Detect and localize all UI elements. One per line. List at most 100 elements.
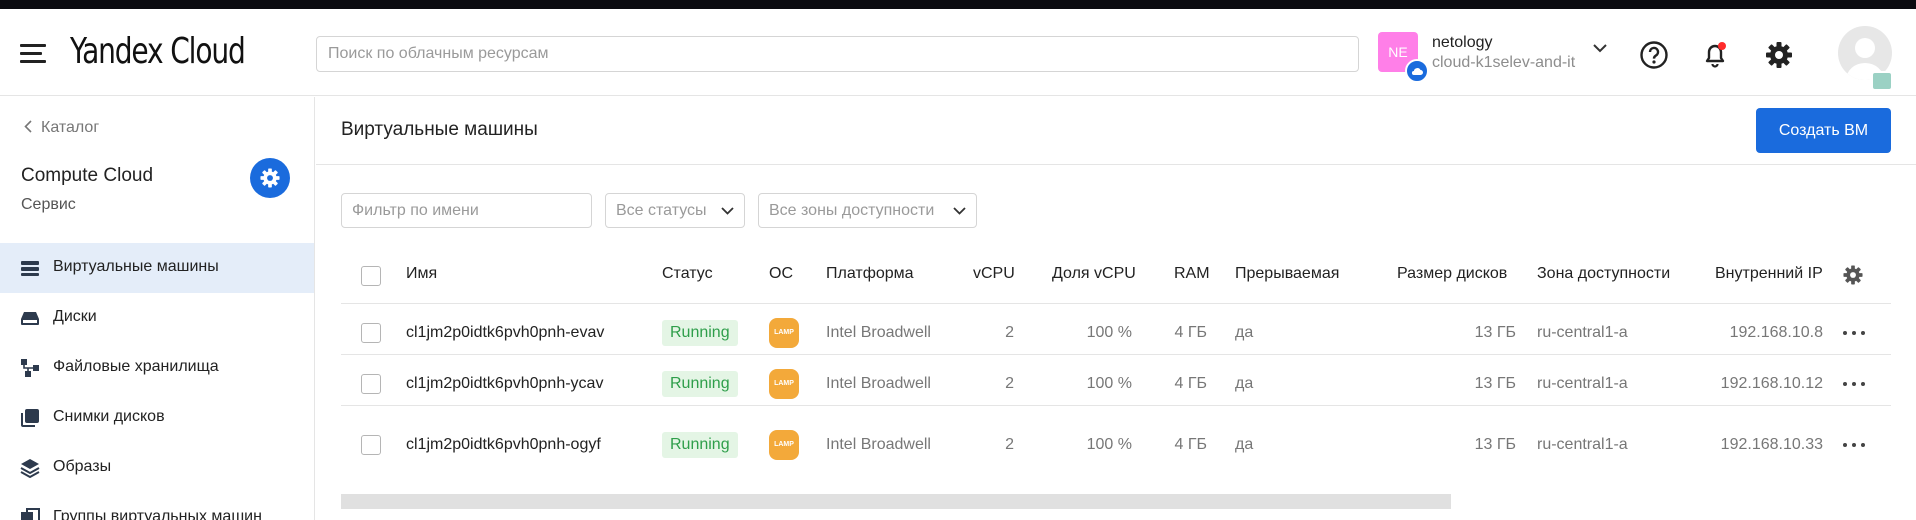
- sidebar-item-label: Снимки дисков: [53, 408, 165, 425]
- column-header-name[interactable]: Имя: [406, 265, 437, 283]
- status-badge: Running: [662, 432, 738, 458]
- gear-icon: [260, 168, 280, 188]
- instance-group-icon: [21, 508, 40, 520]
- vcpu-share-cell: 100 %: [1086, 436, 1132, 453]
- column-settings-icon[interactable]: [1842, 264, 1864, 286]
- top-strip: [0, 0, 1916, 9]
- vcpu-cell: 2: [1005, 324, 1014, 341]
- gear-icon[interactable]: [1764, 40, 1794, 70]
- more-actions-icon[interactable]: [1842, 435, 1866, 455]
- zone-cell: ru-central1-a: [1537, 375, 1628, 392]
- lamp-os-icon: LAMP: [769, 318, 799, 348]
- sidebar-item-vms[interactable]: Виртуальные машины: [0, 243, 314, 293]
- column-header-internal-ip[interactable]: Внутренний IP: [1715, 265, 1827, 283]
- row-checkbox[interactable]: [361, 323, 381, 343]
- preemptible-cell: да: [1235, 436, 1254, 453]
- snapshot-icon: [21, 409, 39, 427]
- select-all-checkbox[interactable]: [361, 266, 381, 286]
- service-settings-button[interactable]: [250, 158, 290, 198]
- ram-cell: 4 ГБ: [1174, 324, 1207, 341]
- ip-cell: 192.168.10.8: [1729, 324, 1823, 341]
- sidebar-item-label: Диски: [53, 308, 97, 325]
- column-header-ram[interactable]: RAM: [1174, 265, 1210, 283]
- ram-cell: 4 ГБ: [1174, 436, 1207, 453]
- sidebar-item-snapshots[interactable]: Снимки дисков: [0, 393, 314, 443]
- more-actions-icon[interactable]: [1842, 374, 1866, 394]
- row-checkbox[interactable]: [361, 374, 381, 394]
- chevron-left-icon: [24, 120, 32, 133]
- vcpu-cell: 2: [1005, 375, 1014, 392]
- column-header-status[interactable]: Статус: [662, 265, 713, 283]
- vcpu-cell: 2: [1005, 436, 1014, 453]
- breadcrumb-label: Каталог: [41, 119, 100, 136]
- bell-icon[interactable]: [1700, 40, 1730, 70]
- status-badge: Running: [662, 371, 738, 397]
- disk-icon: [21, 312, 39, 325]
- org-badge-icon: [1871, 71, 1893, 91]
- service-title: Compute Cloud: [21, 165, 154, 186]
- column-header-disk-size[interactable]: Размер дисков: [1397, 265, 1507, 283]
- sidebar-item-label: Образы: [53, 458, 112, 475]
- help-icon[interactable]: [1639, 40, 1669, 70]
- sidebar-item-label: Виртуальные машины: [53, 258, 219, 275]
- status-filter-select[interactable]: Все статусы: [605, 193, 745, 228]
- vm-icon: [21, 261, 39, 276]
- zone-cell: ru-central1-a: [1537, 436, 1628, 453]
- divider: [316, 164, 1916, 165]
- column-header-preemptible[interactable]: Прерываемая: [1235, 265, 1339, 283]
- status-filter-value: Все статусы: [616, 202, 707, 219]
- disk-size-cell: 13 ГБ: [1474, 324, 1516, 341]
- chevron-down-icon: [721, 207, 734, 215]
- column-header-platform[interactable]: Платформа: [826, 265, 914, 283]
- column-header-vcpu[interactable]: vCPU: [973, 265, 1015, 283]
- platform-cell: Intel Broadwell: [826, 324, 931, 341]
- search-input[interactable]: [316, 36, 1359, 72]
- account-name: netology: [1432, 34, 1493, 51]
- ip-cell: 192.168.10.12: [1720, 375, 1823, 392]
- vm-name-link[interactable]: cl1jm2p0idtk6pvh0pnh-ogyf: [406, 436, 601, 454]
- vm-name-link[interactable]: cl1jm2p0idtk6pvh0pnh-ycav: [406, 375, 603, 393]
- zone-filter-select[interactable]: Все зоны доступности: [758, 193, 977, 228]
- row-checkbox[interactable]: [361, 435, 381, 455]
- status-badge: Running: [662, 320, 738, 346]
- account-switcher[interactable]: NE netology cloud-k1selev-and-it: [1378, 32, 1607, 86]
- preemptible-cell: да: [1235, 324, 1254, 341]
- ram-cell: 4 ГБ: [1174, 375, 1207, 392]
- file-storage-icon: [21, 359, 39, 377]
- lamp-os-icon: LAMP: [769, 369, 799, 399]
- create-vm-button[interactable]: Создать ВМ: [1756, 108, 1891, 153]
- sidebar-item-file-storage[interactable]: Файловые хранилища: [0, 343, 314, 393]
- chevron-down-icon: [1593, 44, 1607, 53]
- horizontal-scrollbar[interactable]: [341, 494, 1451, 509]
- sidebar-item-label: Файловые хранилища: [53, 358, 219, 375]
- logo[interactable]: Yandex Cloud: [70, 31, 246, 72]
- sidebar-item-instance-groups[interactable]: Группы виртуальных машин: [0, 493, 314, 520]
- page-title: Виртуальные машины: [341, 119, 538, 140]
- vm-name-link[interactable]: cl1jm2p0idtk6pvh0pnh-evav: [406, 324, 604, 342]
- account-cloud: cloud-k1selev-and-it: [1432, 54, 1576, 71]
- sidebar-item-disks[interactable]: Диски: [0, 293, 314, 343]
- sidebar: Каталог Compute Cloud Сервис Виртуальные…: [0, 97, 315, 520]
- disk-size-cell: 13 ГБ: [1474, 375, 1516, 392]
- row-divider: [341, 354, 1891, 355]
- main-content: Виртуальные машины Создать ВМ Все статус…: [316, 97, 1916, 520]
- service-subtitle: Сервис: [21, 196, 76, 213]
- sidebar-item-images[interactable]: Образы: [0, 443, 314, 493]
- vcpu-share-cell: 100 %: [1086, 324, 1132, 341]
- column-header-os[interactable]: ОС: [769, 265, 793, 283]
- zone-cell: ru-central1-a: [1537, 324, 1628, 341]
- more-actions-icon[interactable]: [1842, 323, 1866, 343]
- platform-cell: Intel Broadwell: [826, 436, 931, 453]
- images-icon: [20, 459, 40, 478]
- menu-icon[interactable]: [20, 42, 46, 64]
- row-divider: [341, 405, 1891, 406]
- breadcrumb[interactable]: Каталог: [24, 119, 99, 137]
- name-filter-input[interactable]: [341, 193, 592, 228]
- top-header: Yandex Cloud NE netology cloud-k1selev-a…: [0, 9, 1916, 96]
- preemptible-cell: да: [1235, 375, 1254, 392]
- cloud-icon: [1405, 59, 1429, 83]
- column-header-vcpu-share[interactable]: Доля vCPU: [1052, 265, 1136, 283]
- zone-filter-value: Все зоны доступности: [769, 202, 935, 219]
- sidebar-item-label: Группы виртуальных машин: [53, 508, 262, 520]
- column-header-zone[interactable]: Зона доступности: [1537, 265, 1670, 283]
